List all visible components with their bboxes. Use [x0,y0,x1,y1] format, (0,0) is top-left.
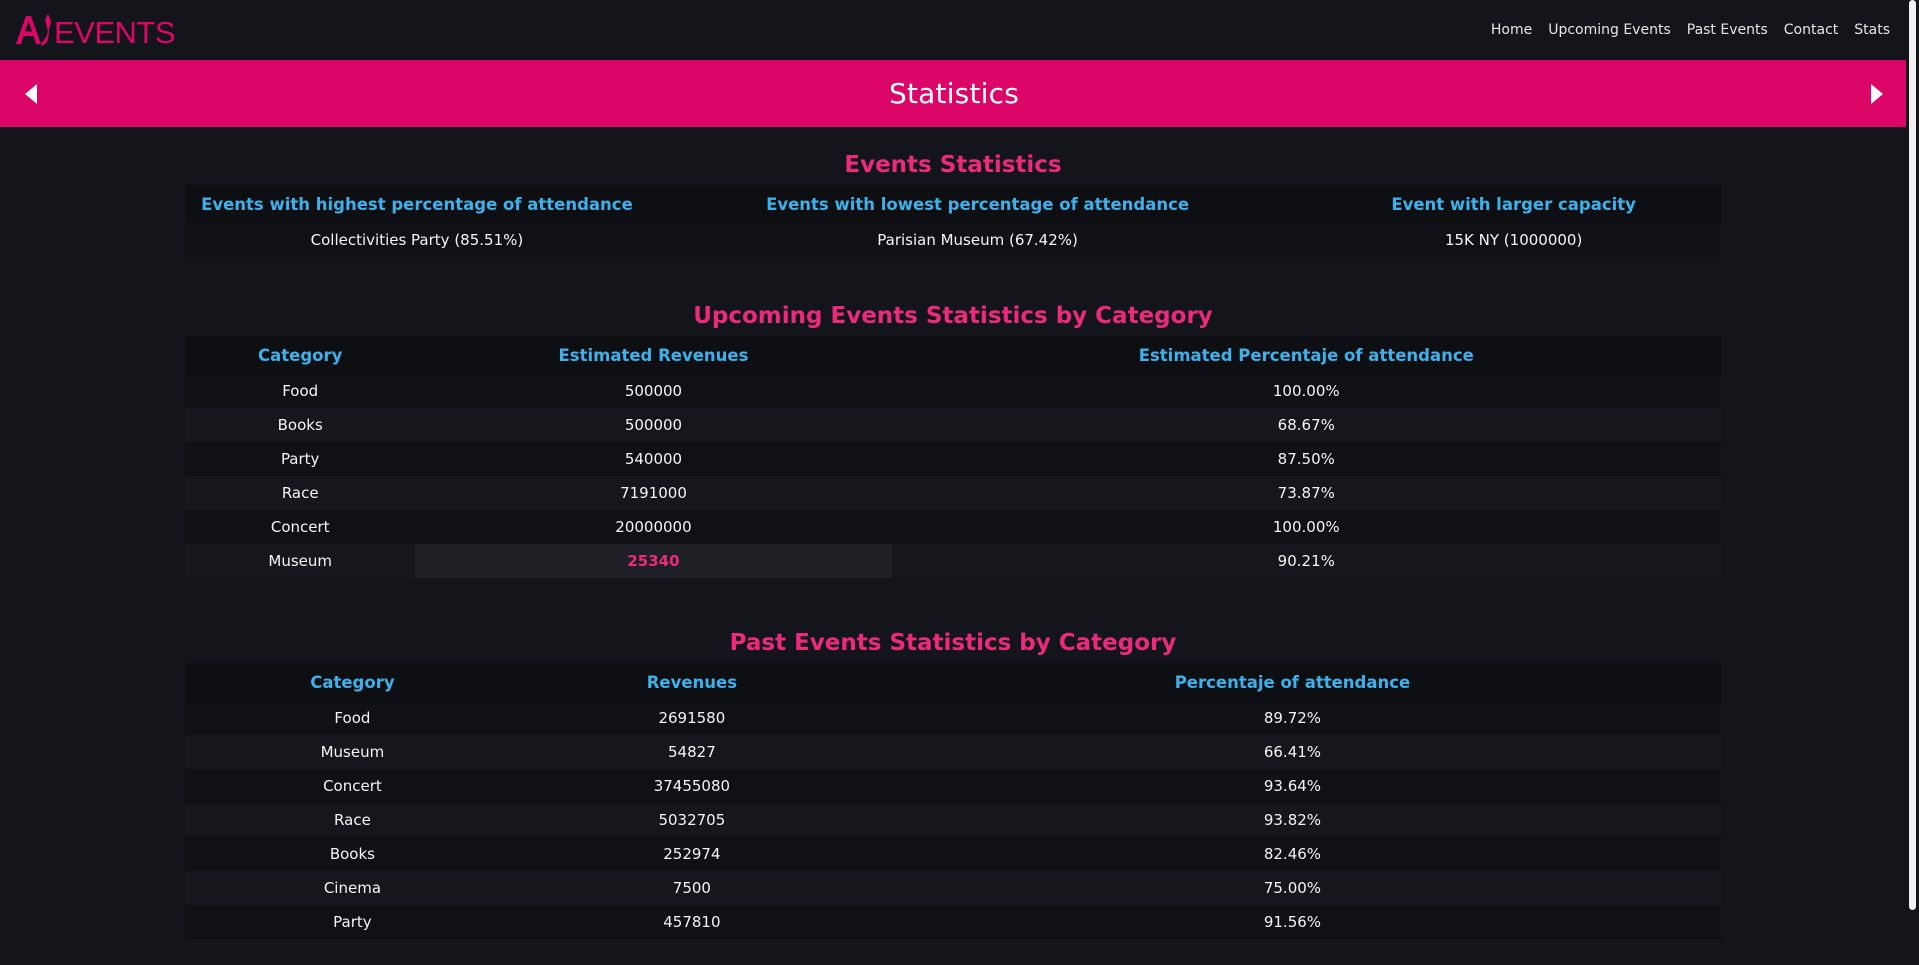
table-cell: Museum [185,735,520,769]
table-cell: Food [185,374,416,408]
table-cell: Party [185,442,416,476]
table-row: Museum 25340 90.21% [185,544,1721,578]
table-row: Concert 20000000 100.00% [185,510,1721,544]
upcoming-statistics-title: Upcoming Events Statistics by Category [693,303,1213,329]
table-cell: 66.41% [863,735,1721,769]
table-cell: 100.00% [891,510,1721,544]
table-cell: 100.00% [891,374,1721,408]
table-header-row: Events with highest percentage of attend… [185,185,1721,223]
events-statistics-title: Events Statistics [844,152,1062,178]
caret-left-icon [25,83,37,104]
table-row: Cinema 7500 75.00% [185,871,1721,905]
page-title: Statistics [889,77,1019,110]
page: EVENTS Home Upcoming Events Past Events … [0,0,1906,965]
column-header: Estimated Percentaje of attendance [891,336,1721,374]
events-statistics-section: Events Statistics Events with highest pe… [185,127,1721,257]
column-header: Estimated Revenues [415,336,892,374]
table-cell: 54827 [519,735,864,769]
table-cell: Museum [185,544,416,578]
table-cell: Race [185,803,520,837]
nav-links: Home Upcoming Events Past Events Contact… [1491,22,1890,38]
table-row: Race 7191000 73.87% [185,476,1721,510]
logo-icon: EVENTS [16,14,176,50]
nav-contact[interactable]: Contact [1784,22,1838,38]
table-cell: Concert [185,769,520,803]
table-cell: 7191000 [415,476,892,510]
table-row: Party 457810 91.56% [185,905,1721,939]
column-header: Category [185,663,520,701]
next-page-button[interactable] [1866,81,1888,107]
upcoming-statistics-table: Category Estimated Revenues Estimated Pe… [185,336,1721,578]
table-row: Race 5032705 93.82% [185,803,1721,837]
table-cell: 90.21% [891,544,1721,578]
table-row: Food 500000 100.00% [185,374,1721,408]
table-cell: Books [185,408,416,442]
table-row: Museum 54827 66.41% [185,735,1721,769]
past-statistics-table: Category Revenues Percentaje of attendan… [185,663,1721,939]
table-cell: Parisian Museum (67.42%) [648,223,1307,257]
events-statistics-table: Events with highest percentage of attend… [185,185,1721,257]
table-row: Food 2691580 89.72% [185,701,1721,735]
nav-home[interactable]: Home [1491,22,1532,38]
table-cell: 93.82% [863,803,1721,837]
table-cell: Food [185,701,520,735]
table-cell: 93.64% [863,769,1721,803]
column-header: Events with highest percentage of attend… [185,185,649,223]
table-cell: 82.46% [863,837,1721,871]
vertical-scrollbar[interactable] [1906,0,1919,965]
table-cell: 73.87% [891,476,1721,510]
navbar: EVENTS Home Upcoming Events Past Events … [0,0,1906,60]
table-cell: Collectivities Party (85.51%) [185,223,649,257]
table-cell: Concert [185,510,416,544]
table-cell: 91.56% [863,905,1721,939]
table-cell: 89.72% [863,701,1721,735]
column-header: Percentaje of attendance [863,663,1721,701]
table-cell: 37455080 [519,769,864,803]
upcoming-statistics-section: Upcoming Events Statistics by Category C… [185,257,1721,578]
column-header: Revenues [519,663,864,701]
table-cell: 252974 [519,837,864,871]
column-header: Category [185,336,416,374]
brand-logo[interactable]: EVENTS [14,7,184,53]
past-statistics-title: Past Events Statistics by Category [729,630,1177,656]
table-row: Collectivities Party (85.51%) Parisian M… [185,223,1721,257]
table-cell: 68.67% [891,408,1721,442]
page-banner: Statistics [0,60,1906,127]
prev-page-button[interactable] [20,81,42,107]
table-cell: Race [185,476,416,510]
nav-past-events[interactable]: Past Events [1687,22,1768,38]
table-cell: 20000000 [415,510,892,544]
table-cell: 5032705 [519,803,864,837]
column-header: Event with larger capacity [1306,185,1721,223]
table-cell: 7500 [519,871,864,905]
table-cell: Party [185,905,520,939]
table-cell: 75.00% [863,871,1721,905]
table-row: Party 540000 87.50% [185,442,1721,476]
column-header: Events with lowest percentage of attenda… [648,185,1307,223]
table-cell: Cinema [185,871,520,905]
svg-text:EVENTS: EVENTS [54,15,175,50]
table-row: Concert 37455080 93.64% [185,769,1721,803]
table-cell: 2691580 [519,701,864,735]
nav-stats[interactable]: Stats [1854,22,1890,38]
table-cell: 457810 [519,905,864,939]
past-statistics-section: Past Events Statistics by Category Categ… [185,578,1721,939]
table-cell: Books [185,837,520,871]
scrollbar-thumb[interactable] [1909,0,1916,910]
nav-upcoming-events[interactable]: Upcoming Events [1548,22,1671,38]
table-cell: 500000 [415,408,892,442]
table-header-row: Category Revenues Percentaje of attendan… [185,663,1721,701]
table-cell: 87.50% [891,442,1721,476]
table-row: Books 252974 82.46% [185,837,1721,871]
table-header-row: Category Estimated Revenues Estimated Pe… [185,336,1721,374]
table-cell: 500000 [415,374,892,408]
caret-right-icon [1871,83,1883,104]
table-row: Books 500000 68.67% [185,408,1721,442]
table-cell: 15K NY (1000000) [1306,223,1721,257]
table-cell: 540000 [415,442,892,476]
table-cell-hovered: 25340 [415,544,892,578]
